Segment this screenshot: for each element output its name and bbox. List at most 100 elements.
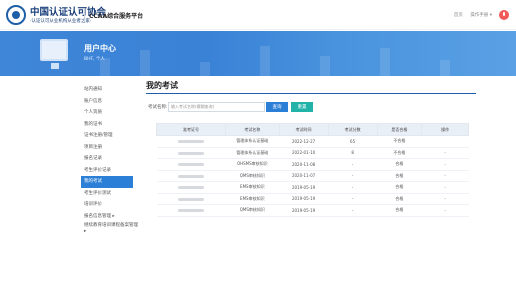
action-cell[interactable]: - <box>421 147 469 159</box>
col-header-score: 考试分数 <box>327 123 378 136</box>
score-cell: - <box>328 170 378 182</box>
sidebar-item-eval-test[interactable]: 考生评价测试 <box>84 188 140 200</box>
exam-name-label: 考试名称: <box>148 105 168 110</box>
col-header-passed: 是否合格 <box>376 123 423 136</box>
banner-user-info: BHF, 个人 <box>84 57 105 62</box>
ticket-number-redacted <box>156 181 226 194</box>
search-bar: 考试名称: 输入考试名称(模糊查询) 查询 重置 <box>148 102 478 112</box>
skyline-decoration <box>320 56 330 76</box>
exam-name-cell: QMS审核知识 <box>225 170 280 182</box>
exam-time-cell: 2019-05-19 <box>279 181 329 194</box>
sidebar-item-signup-records[interactable]: 报名记录 <box>84 153 140 165</box>
sidebar-item-my-exams[interactable]: 我的考试 <box>81 176 133 188</box>
redacted-value <box>178 174 205 178</box>
sidebar-item-certificates[interactable]: 我的证书 <box>84 119 140 131</box>
ticket-number-redacted <box>156 170 226 182</box>
main-content: 我的考试 考试名称: 输入考试名称(模糊查询) 查询 重置 准考证号 考试名称 … <box>146 80 476 217</box>
col-header-exam-time: 考试时间 <box>278 123 329 136</box>
skyline-decoration <box>260 46 270 76</box>
skyline-decoration <box>380 48 390 76</box>
sidebar-item-qualifications[interactable]: 个人资质 <box>84 107 140 119</box>
query-button[interactable]: 查询 <box>266 102 288 112</box>
action-cell[interactable]: - <box>421 193 469 205</box>
table-row: QMS审核知识 2020-11-07 - 合格 - <box>156 170 469 182</box>
redacted-value <box>178 151 205 155</box>
redacted-value <box>178 140 205 144</box>
sidebar-item-cert-register[interactable]: 证书注册/管理 <box>84 130 140 142</box>
page-title: 我的考试 <box>146 81 178 90</box>
exam-time-cell: 2022-01-10 <box>279 147 329 159</box>
pass-cell: 合格 <box>377 193 422 205</box>
redacted-value <box>178 197 205 201</box>
exam-time-cell: 2019-05-19 <box>279 204 329 217</box>
table-row: 管理体系认证基础 2022-12-27 65 不合格 <box>156 135 469 148</box>
ccaa-logo-icon[interactable] <box>6 5 26 25</box>
table-row: QMS审核知识 2019-05-19 - 合格 - <box>156 204 469 217</box>
score-cell: - <box>328 181 378 194</box>
computer-monitor-icon <box>40 39 68 69</box>
pass-cell: 合格 <box>377 158 422 171</box>
table-row: EMS审核知识 2019-05-19 - 合格 - <box>156 193 469 205</box>
manual-link[interactable]: 操作手册 ▾ <box>470 13 492 18</box>
col-header-action: 操作 <box>421 123 469 136</box>
table-row: 管理体系认证基础 2022-01-10 8 不合格 - <box>156 147 469 159</box>
exam-time-cell: 2019-05-19 <box>279 193 329 205</box>
action-cell[interactable] <box>421 135 469 148</box>
action-cell[interactable]: - <box>421 181 469 194</box>
sidebar-item-eval-records[interactable]: 考生评价记录 <box>84 165 140 177</box>
action-cell[interactable]: - <box>421 158 469 171</box>
skyline-decoration <box>140 50 150 76</box>
ticket-number-redacted <box>156 193 226 205</box>
ticket-number-redacted <box>156 147 226 159</box>
exam-name-cell: EMS审核知识 <box>225 193 280 205</box>
exam-name-input[interactable]: 输入考试名称(模糊查询) <box>168 102 265 112</box>
redacted-value <box>178 163 205 167</box>
top-bar: 中国认证认可协会 ·认证认可从业机构从业者之家· CCAA综合服务平台 首页 操… <box>0 0 516 30</box>
col-header-ticket: 准考证号 <box>155 123 227 136</box>
exam-name-cell: EMS审核知识 <box>225 181 280 194</box>
user-center-banner: 用户中心 BHF, 个人 <box>0 31 516 76</box>
pass-cell: 不合格 <box>377 147 422 159</box>
banner-title: 用户中心 <box>84 44 116 53</box>
exam-name-cell: QMS审核知识 <box>225 204 280 217</box>
redacted-value <box>178 186 205 190</box>
col-header-exam-name: 考试名称 <box>225 123 280 136</box>
exam-name-cell: OHSMS审核知识 <box>225 158 280 171</box>
table-row: OHSMS审核知识 2020-11-08 - 合格 - <box>156 158 469 171</box>
ticket-number-redacted <box>156 204 226 217</box>
brand-divider <box>84 8 85 22</box>
skyline-decoration <box>200 62 210 76</box>
sidebar-item-signup-manage[interactable]: 报名信息管理 ▸ <box>84 211 140 223</box>
table-header-row: 准考证号 考试名称 考试时间 考试分数 是否合格 操作 <box>155 123 469 136</box>
skyline-decoration <box>440 60 450 76</box>
home-link[interactable]: 首页 <box>454 13 463 18</box>
score-cell: - <box>328 158 378 171</box>
exam-table: 准考证号 考试名称 考试时间 考试分数 是否合格 操作 管理体系认证基础 202… <box>155 123 469 217</box>
sidebar-item-course-filing[interactable]: 继续教育培训课程备案管理 ▸ <box>84 222 140 236</box>
score-cell: - <box>328 193 378 205</box>
org-subtitle: ·认证认可从业机构从业者之家· <box>30 19 92 24</box>
exam-time-cell: 2020-11-07 <box>279 170 329 182</box>
pass-cell: 合格 <box>377 204 422 217</box>
redacted-value <box>178 209 205 213</box>
ticket-number-redacted <box>156 158 226 171</box>
sidebar-nav: 站内通知 账户信息 个人资质 我的证书 证书注册/管理 项目注册 报名记录 考生… <box>81 84 140 236</box>
pass-cell: 合格 <box>377 181 422 194</box>
top-links: 首页 操作手册 ▾ <box>448 12 492 18</box>
reset-button[interactable]: 重置 <box>291 102 313 112</box>
action-cell[interactable]: - <box>421 170 469 182</box>
logout-power-icon[interactable] <box>499 10 509 20</box>
title-divider <box>146 93 476 94</box>
pass-cell: 不合格 <box>377 135 422 148</box>
ticket-number-redacted <box>156 135 226 148</box>
score-cell: 8 <box>328 147 378 159</box>
sidebar-item-training-eval[interactable]: 培训评价 <box>84 199 140 211</box>
score-cell: 65 <box>328 135 378 148</box>
sidebar-item-account-info[interactable]: 账户信息 <box>84 96 140 108</box>
exam-time-cell: 2022-12-27 <box>279 135 329 148</box>
sidebar-item-project-register[interactable]: 项目注册 <box>84 142 140 154</box>
score-cell: - <box>328 204 378 217</box>
action-cell[interactable]: - <box>421 204 469 217</box>
exam-time-cell: 2020-11-08 <box>279 158 329 171</box>
sidebar-item-notifications[interactable]: 站内通知 <box>84 84 140 96</box>
